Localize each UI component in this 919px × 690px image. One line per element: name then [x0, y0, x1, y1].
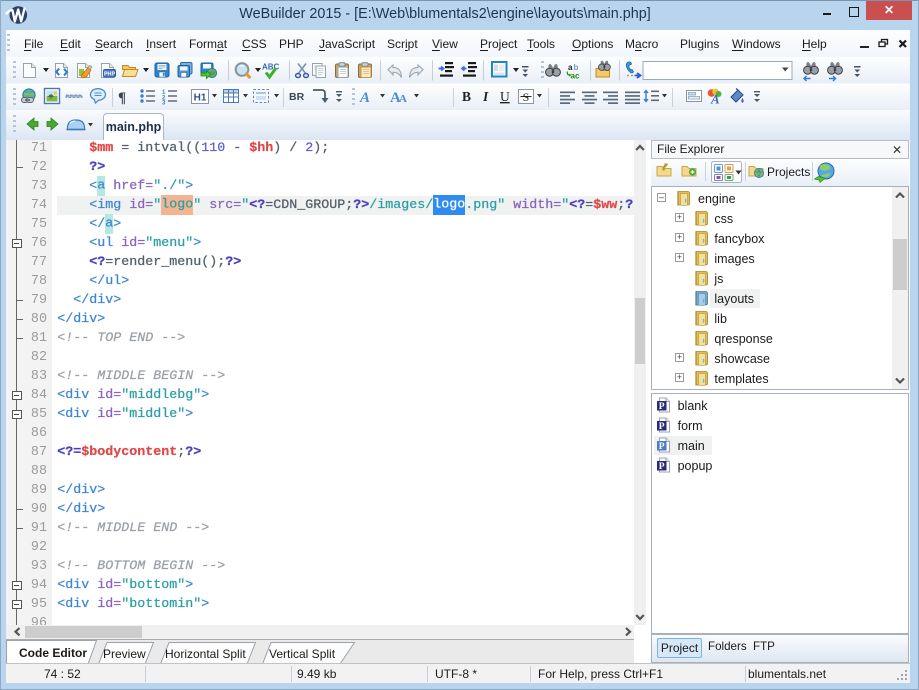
- svg-text:Projects: Projects: [767, 165, 810, 179]
- svg-text:PHP: PHP: [104, 71, 115, 77]
- svg-text:A: A: [359, 90, 370, 106]
- svg-text:P: P: [659, 422, 665, 432]
- svg-text:ABC: ABC: [262, 63, 280, 72]
- svg-text:A: A: [710, 92, 720, 107]
- svg-text:U: U: [500, 89, 510, 104]
- svg-text:P: P: [659, 442, 665, 452]
- svg-text:BR: BR: [289, 91, 305, 103]
- svg-text:P: P: [659, 462, 665, 472]
- svg-text:I: I: [482, 89, 489, 104]
- svg-text:ac: ac: [571, 72, 580, 81]
- svg-text:B: B: [462, 89, 471, 104]
- svg-text:¶: ¶: [118, 90, 126, 106]
- svg-text:3: 3: [162, 101, 166, 107]
- svg-text:P: P: [659, 402, 665, 412]
- svg-text:A: A: [399, 93, 407, 105]
- svg-text:H1: H1: [194, 93, 207, 104]
